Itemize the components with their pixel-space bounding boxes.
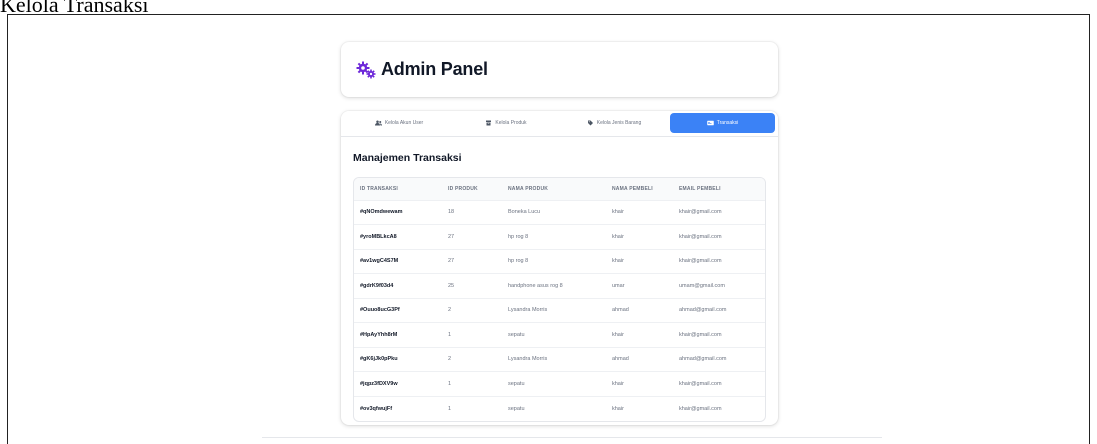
tab-kelola-akun-user[interactable]: Kelola Akun User xyxy=(349,113,449,133)
buyer-name: khair xyxy=(606,199,673,225)
column-header: EMAIL PEMBELI xyxy=(673,178,765,200)
admin-header: Admin Panel xyxy=(341,42,778,97)
buyer-email: khair@gmail.com xyxy=(673,371,765,396)
tab-label: Kelola Akun User xyxy=(384,120,424,126)
table-row: #gK6jJk0pPku 2 Lysandra Morris ahmad ahm… xyxy=(354,346,765,372)
buyer-email: khair@gmail.com xyxy=(673,395,765,421)
tab-bar: Kelola Akun User Kelola Produk Kelola Je… xyxy=(341,111,778,137)
buyer-email: ahmad@gmail.com xyxy=(673,297,765,323)
product-id: 2 xyxy=(442,297,502,323)
product-name: Lysandra Morris xyxy=(502,297,606,323)
buyer-name: ahmad xyxy=(606,297,673,323)
column-header: ID PRODUK xyxy=(442,178,502,200)
tag-icon xyxy=(587,120,593,126)
table-row: #av1wgC4S7M 27 hp rog 8 khair khair@gmai… xyxy=(354,248,765,274)
buyer-name: ahmad xyxy=(606,346,673,372)
product-name: sepatu xyxy=(502,371,606,396)
product-id: 18 xyxy=(442,199,502,225)
tab-kelola-jenis-barang[interactable]: Kelola Jenis Barang xyxy=(563,113,665,133)
transaction-id: #qNOmdwewam xyxy=(354,199,442,225)
product-name: handphone asus rog 8 xyxy=(502,273,606,298)
product-id: 1 xyxy=(442,395,502,421)
tab-label: Kelola Jenis Barang xyxy=(596,120,642,126)
buyer-name: khair xyxy=(606,371,673,396)
product-id: 27 xyxy=(442,248,502,274)
table-header-row: ID TRANSAKSI ID PRODUK NAMA PRODUK NAMA … xyxy=(354,178,765,200)
product-id: 1 xyxy=(442,371,502,396)
buyer-email: ahmad@gmail.com xyxy=(673,346,765,372)
table-row: #yroMBLkcA8 27 hp rog 8 khair khair@gmai… xyxy=(354,224,765,249)
buyer-email: khair@gmail.com xyxy=(673,224,765,249)
transaction-id: #Ouuo8ucG3Pf xyxy=(354,297,442,323)
column-header: NAMA PEMBELI xyxy=(606,178,673,200)
product-name: sepatu xyxy=(502,322,606,347)
buyer-email: umam@gmail.com xyxy=(673,273,765,298)
buyer-name: khair xyxy=(606,248,673,274)
buyer-email: khair@gmail.com xyxy=(673,248,765,274)
tab-transaksi[interactable]: Transaksi xyxy=(670,113,775,133)
box-icon xyxy=(486,120,492,126)
section-title: Manajemen Transaksi xyxy=(353,152,462,164)
tab-kelola-produk[interactable]: Kelola Produk xyxy=(456,113,556,133)
table-row: #gdrK9f03d4 25 handphone asus rog 8 umar… xyxy=(354,273,765,298)
table-row: #HpAyYhh8rM 1 sepatu khair khair@gmail.c… xyxy=(354,322,765,347)
transaction-id: #yroMBLkcA8 xyxy=(354,224,442,249)
table-row: #jqpz3fDXV9w 1 sepatu khair khair@gmail.… xyxy=(354,371,765,396)
buyer-name: khair xyxy=(606,322,673,347)
table-row: #Ouuo8ucG3Pf 2 Lysandra Morris ahmad ahm… xyxy=(354,297,765,323)
table-row: #ov3qfwujFf 1 sepatu khair khair@gmail.c… xyxy=(354,395,765,421)
product-name: Lysandra Morris xyxy=(502,346,606,372)
transaction-id: #ov3qfwujFf xyxy=(354,395,442,421)
cogs-icon xyxy=(356,61,376,79)
buyer-name: khair xyxy=(606,224,673,249)
column-header: NAMA PRODUK xyxy=(502,178,606,200)
buyer-name: umar xyxy=(606,273,673,298)
product-name: hp rog 8 xyxy=(502,224,606,249)
users-icon xyxy=(374,120,382,126)
transaction-id: #HpAyYhh8rM xyxy=(354,322,442,347)
page-title: Admin Panel xyxy=(381,59,488,79)
transactions-table: ID TRANSAKSI ID PRODUK NAMA PRODUK NAMA … xyxy=(353,177,766,422)
tab-label: Transaksi xyxy=(716,120,739,126)
receipt-icon xyxy=(707,120,714,126)
content-card: Kelola Akun User Kelola Produk Kelola Je… xyxy=(341,111,778,425)
tab-label: Kelola Produk xyxy=(495,120,527,126)
column-header: ID TRANSAKSI xyxy=(354,178,442,200)
product-id: 1 xyxy=(442,322,502,347)
transaction-id: #gK6jJk0pPku xyxy=(354,346,442,372)
buyer-email: khair@gmail.com xyxy=(673,199,765,225)
transaction-id: #jqpz3fDXV9w xyxy=(354,371,442,396)
product-name: sepatu xyxy=(502,395,606,421)
buyer-name: khair xyxy=(606,395,673,421)
product-id: 2 xyxy=(442,346,502,372)
product-id: 27 xyxy=(442,224,502,249)
product-id: 25 xyxy=(442,273,502,298)
product-name: hp rog 8 xyxy=(502,248,606,274)
product-name: Boneka Lucu xyxy=(502,199,606,225)
transaction-id: #av1wgC4S7M xyxy=(354,248,442,274)
table-row: #qNOmdwewam 18 Boneka Lucu khair khair@g… xyxy=(354,199,765,225)
transaction-id: #gdrK9f03d4 xyxy=(354,273,442,298)
divider xyxy=(262,437,882,438)
buyer-email: khair@gmail.com xyxy=(673,322,765,347)
